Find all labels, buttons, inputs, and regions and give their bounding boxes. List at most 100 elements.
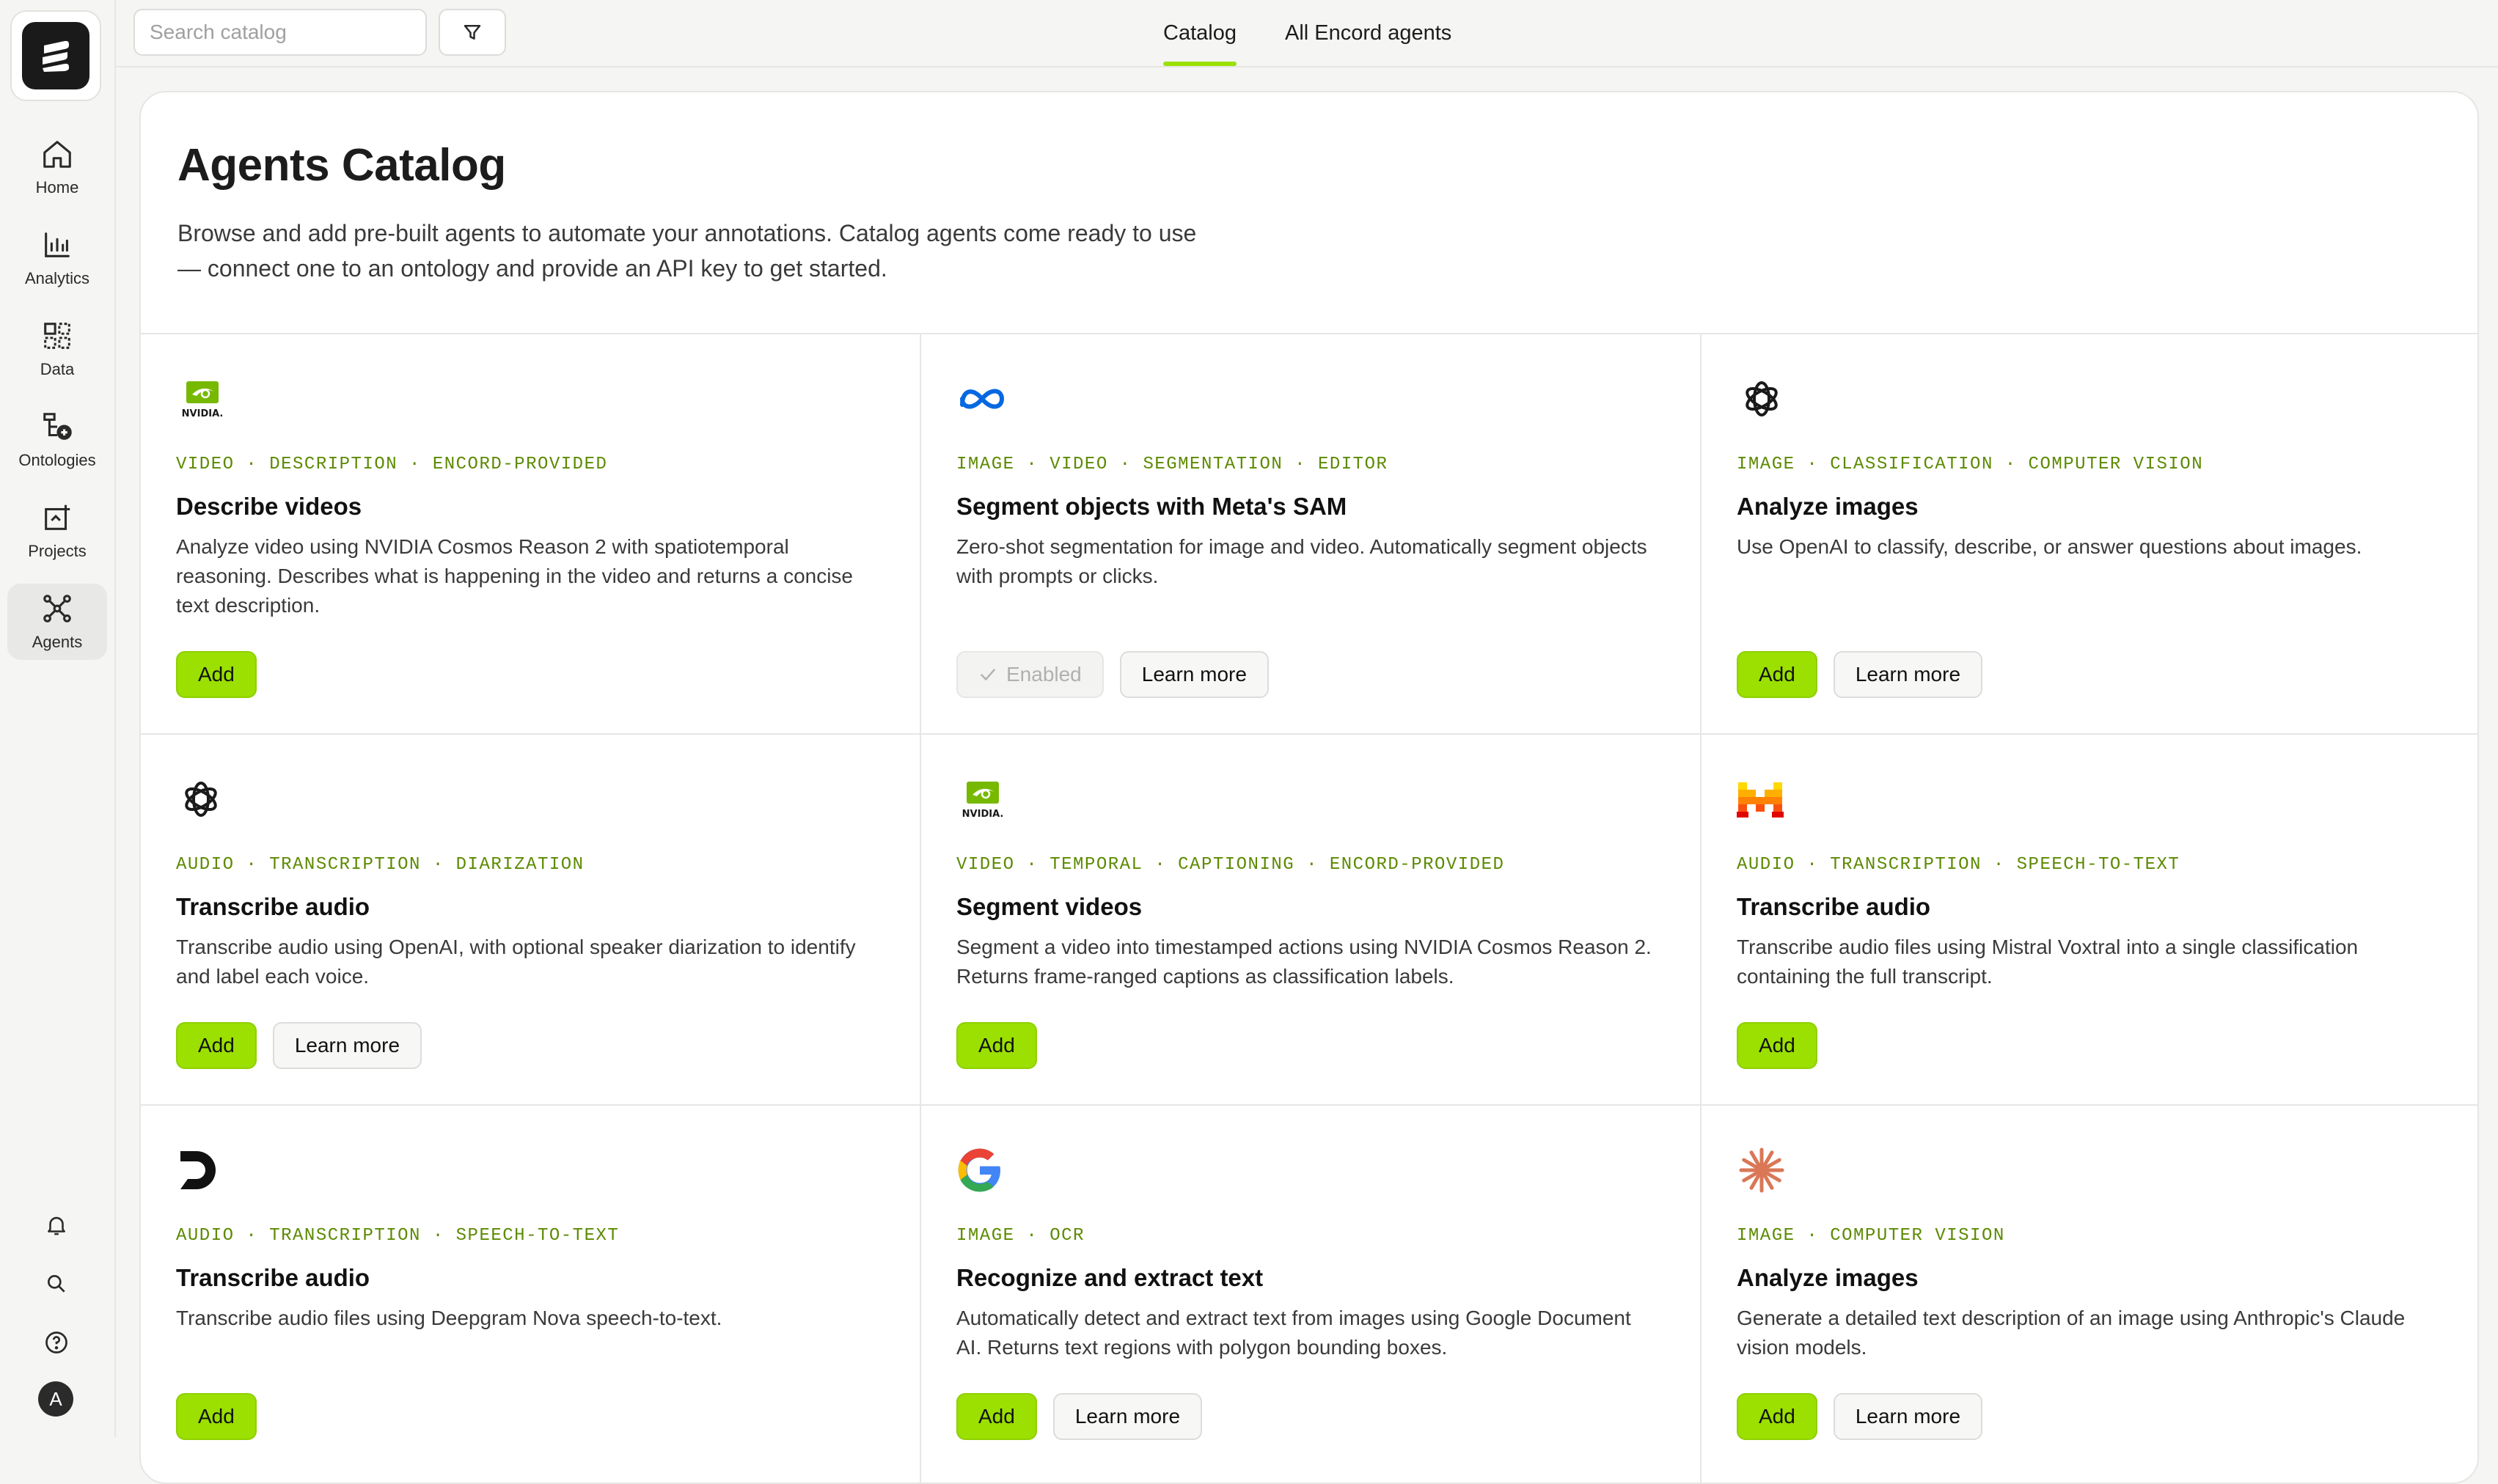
sidebar-item-ontologies[interactable]: Ontologies [7, 402, 107, 478]
bell-icon [48, 1216, 65, 1235]
agent-title: Segment objects with Meta's SAM [956, 493, 1347, 520]
agent-title: Describe videos [176, 493, 362, 520]
agent-actions: Add Learn more [956, 1393, 1203, 1440]
filter-button[interactable] [439, 9, 506, 56]
agent-title: Analyze images [1737, 493, 1919, 520]
agent-description: Analyze video using NVIDIA Cosmos Reason… [176, 535, 854, 617]
learn-more-button[interactable]: Learn more [1833, 651, 1983, 698]
agent-actions: Add [956, 1022, 1037, 1069]
agents-icon [43, 595, 71, 622]
enabled-label: Enabled [1006, 663, 1082, 686]
sidebar-item-label: Data [40, 360, 75, 378]
agent-card: NVIDIA. VIDEO · TEMPORAL · CAPTIONING · … [921, 735, 1702, 1106]
home-icon [43, 141, 71, 168]
agent-description: Transcribe audio files using Deepgram No… [176, 1307, 722, 1329]
search-input[interactable] [135, 10, 425, 54]
sidebar-item-agents[interactable]: Agents [7, 584, 107, 660]
agent-actions: Add Learn more [1737, 1393, 1983, 1440]
tab-label: All Encord agents [1285, 21, 1452, 45]
agent-actions: Add Learn more [1737, 651, 1983, 698]
agent-title: Transcribe audio [1737, 893, 1931, 920]
agent-card: IMAGE · VIDEO · SEGMENTATION · EDITOR Se… [921, 334, 1702, 735]
learn-more-button[interactable]: Learn more [272, 1022, 422, 1069]
google-logo-icon [956, 1141, 1015, 1200]
projects-icon [45, 504, 70, 530]
nvidia-logo-icon: NVIDIA. [176, 370, 235, 428]
add-button[interactable]: Add [1737, 1393, 1817, 1440]
agent-title: Recognize and extract text [956, 1264, 1264, 1291]
learn-more-button[interactable]: Learn more [1119, 651, 1269, 698]
tab-all-encord-agents[interactable]: All Encord agents [1285, 0, 1451, 66]
agent-card: AUDIO · TRANSCRIPTION · SPEECH-TO-TEXT T… [141, 1106, 921, 1483]
add-button[interactable]: Add [956, 1022, 1037, 1069]
agent-actions: Enabled Learn more [956, 651, 1269, 698]
help-icon [45, 1331, 67, 1353]
sidebar-item-label: Ontologies [18, 451, 96, 469]
agent-tags: IMAGE · CLASSIFICATION · COMPUTER VISION [1737, 455, 2204, 474]
agent-title: Transcribe audio [176, 1264, 370, 1291]
agent-title: Analyze images [1737, 1264, 1919, 1291]
agent-actions: Add Learn more [176, 1022, 422, 1069]
main-panel: Agents Catalog Browse and add pre-built … [139, 91, 2479, 1484]
add-button[interactable]: Add [1737, 651, 1817, 698]
meta-logo-icon [956, 370, 1015, 428]
app-logo[interactable] [10, 10, 101, 101]
learn-more-button[interactable]: Learn more [1052, 1393, 1203, 1440]
sidebar-item-analytics[interactable]: Analytics [7, 220, 107, 296]
search-box [133, 9, 427, 56]
deepgram-logo-icon [176, 1141, 235, 1200]
sidebar: Home Analytics Data Ontologies Projects … [0, 0, 116, 1437]
global-search-button[interactable] [40, 1267, 73, 1301]
learn-more-button[interactable]: Learn more [1833, 1393, 1983, 1440]
top-bar: Catalog All Encord agents [116, 0, 2498, 67]
agents-grid: NVIDIA. VIDEO · DESCRIPTION · ENCORD-PRO… [141, 333, 2477, 1483]
agent-description: Segment a video into timestamped actions… [956, 936, 1652, 988]
agent-actions: Add [176, 1393, 257, 1440]
notifications-button[interactable] [40, 1208, 73, 1242]
agent-card: IMAGE · CLASSIFICATION · COMPUTER VISION… [1702, 334, 2477, 735]
checkmark-icon [981, 669, 995, 681]
agent-tags: IMAGE · COMPUTER VISION [1737, 1226, 2005, 1246]
agent-tags: AUDIO · TRANSCRIPTION · DIARIZATION [176, 855, 585, 875]
agent-title: Transcribe audio [176, 893, 370, 920]
agent-card: IMAGE · OCR Recognize and extract text A… [921, 1106, 1702, 1483]
agent-card: IMAGE · COMPUTER VISION Analyze images G… [1702, 1106, 2477, 1483]
nvidia-logo-icon: NVIDIA. [956, 770, 1015, 829]
add-button[interactable]: Add [1737, 1022, 1817, 1069]
agent-description: Transcribe audio files using Mistral Vox… [1737, 936, 2359, 988]
anthropic-logo-icon [1737, 1141, 1795, 1200]
agent-tags: AUDIO · TRANSCRIPTION · SPEECH-TO-TEXT [176, 1226, 620, 1246]
filter-icon [464, 25, 481, 40]
svg-text:NVIDIA.: NVIDIA. [182, 408, 224, 419]
sidebar-item-data[interactable]: Data [7, 311, 107, 387]
agent-description: Use OpenAI to classify, describe, or ans… [1737, 535, 2362, 558]
sidebar-item-label: Projects [28, 542, 87, 560]
mistral-logo-icon [1737, 770, 1795, 829]
agent-tags: VIDEO · TEMPORAL · CAPTIONING · ENCORD-P… [956, 855, 1505, 875]
tab-label: Catalog [1163, 21, 1237, 45]
agent-tags: IMAGE · OCR [956, 1226, 1085, 1246]
add-button[interactable]: Add [956, 1393, 1037, 1440]
tab-catalog[interactable]: Catalog [1163, 0, 1237, 66]
ontologies-icon [43, 413, 72, 440]
agent-card: AUDIO · TRANSCRIPTION · SPEECH-TO-TEXT T… [1702, 735, 2477, 1106]
add-button[interactable]: Add [176, 1022, 257, 1069]
avatar[interactable]: A [38, 1381, 73, 1417]
openai-logo-icon [176, 770, 235, 829]
add-button[interactable]: Add [176, 651, 257, 698]
agent-description: Zero-shot segmentation for image and vid… [956, 535, 1647, 587]
help-button[interactable] [40, 1326, 73, 1359]
sidebar-item-projects[interactable]: Projects [7, 493, 107, 569]
enabled-button: Enabled [956, 651, 1104, 698]
agent-tags: VIDEO · DESCRIPTION · ENCORD-PROVIDED [176, 455, 608, 474]
data-icon [44, 323, 70, 349]
analytics-icon [45, 232, 70, 257]
sidebar-item-home[interactable]: Home [7, 129, 107, 205]
agent-card: AUDIO · TRANSCRIPTION · DIARIZATION Tran… [141, 735, 921, 1106]
avatar-initial: A [49, 1387, 62, 1410]
encord-logo-icon [22, 22, 89, 89]
agent-title: Segment videos [956, 893, 1143, 920]
agent-description: Generate a detailed text description of … [1737, 1307, 2406, 1359]
add-button[interactable]: Add [176, 1393, 257, 1440]
agent-card: NVIDIA. VIDEO · DESCRIPTION · ENCORD-PRO… [141, 334, 921, 735]
